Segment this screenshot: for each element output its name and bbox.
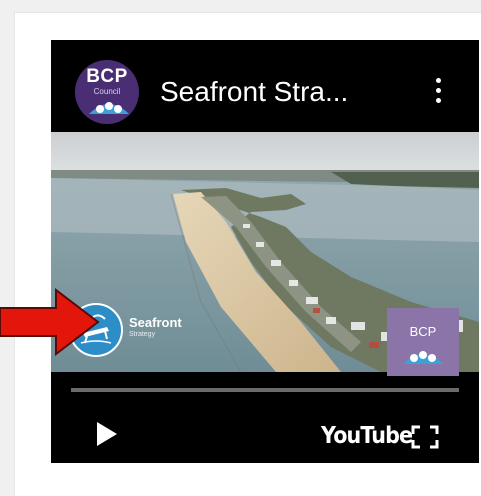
channel-avatar-line2: Council bbox=[93, 87, 121, 96]
play-icon[interactable] bbox=[93, 419, 121, 449]
channel-avatar[interactable]: BCP Council bbox=[75, 60, 139, 124]
youtube-logo-button[interactable]: YouTube bbox=[321, 423, 413, 449]
more-vert-icon[interactable] bbox=[423, 76, 453, 110]
channel-avatar-line1: BCP bbox=[86, 66, 128, 87]
video-title[interactable]: Seafront Stra... bbox=[160, 76, 390, 108]
progress-bar[interactable] bbox=[71, 388, 459, 392]
corner-logo-text: BCP bbox=[409, 324, 437, 339]
dots-icon bbox=[403, 351, 443, 364]
watermark-subtitle: Strategy bbox=[129, 331, 156, 338]
player-top-bar: BCP Council Seafront Stra... bbox=[51, 40, 479, 132]
red-arrow-icon bbox=[0, 288, 100, 357]
youtube-player[interactable]: BCP Council Seafront Stra... Seafront St… bbox=[51, 40, 479, 463]
fullscreen-icon[interactable] bbox=[411, 425, 439, 449]
dots-icon bbox=[89, 102, 129, 114]
bcp-corner-logo: BCP bbox=[387, 308, 459, 376]
watermark-title: Seafront bbox=[129, 315, 182, 330]
player-controls: YouTube bbox=[51, 395, 479, 463]
